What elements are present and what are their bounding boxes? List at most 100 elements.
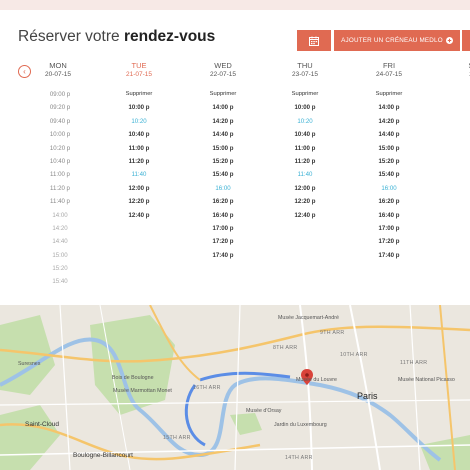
time-slot[interactable]: 11:00 p [109,142,169,155]
map-label: 16TH ARR [193,385,221,391]
time-label: 11:40 p [50,198,70,206]
page-title: Réserver votre rendez-vous [18,28,215,46]
delete-link[interactable]: Supprimer [109,88,169,101]
time-slot[interactable]: 11:00 p [275,142,335,155]
time-slot[interactable]: 10:20 [109,115,169,128]
time-label: 14:40 [52,238,68,246]
time-slot[interactable]: 17:20 p [359,235,419,248]
map-label: Musée d'Orsay [246,408,282,414]
calendar-icon [309,36,319,46]
time-slot[interactable]: 16:40 p [359,209,419,222]
day-date: 22-07-15 [209,71,237,78]
delete-link[interactable]: Supprimer [193,88,253,101]
day-name: WED [214,61,232,70]
time-slot[interactable]: 16:20 p [193,195,253,208]
time-slot[interactable]: 16:00 [359,182,419,195]
map-label: Musée du Louvre [296,377,337,383]
day-column: S2 [441,61,470,79]
time-label: 15:00 [52,251,68,259]
time-label: 09:40 p [49,117,71,125]
slot-list: Supprimer 10:00 p 10:20 10:40 p 11:00 p 11:20… [275,88,335,222]
time-label: 14:00 [52,211,68,219]
time-slot[interactable]: 14:20 p [359,115,419,128]
time-label: 11:20 p [50,184,70,192]
map-label: 11TH ARR [400,360,428,366]
time-slot[interactable]: 16:20 p [359,195,419,208]
time-slot[interactable]: 15:00 p [193,142,253,155]
plus-circle-icon [445,37,453,44]
top-bar [0,0,470,10]
time-slot[interactable]: 15:40 p [359,168,419,181]
time-slot[interactable]: 15:40 p [193,168,253,181]
slot-list: Supprimer 14:00 p 14:20 p 14:40 p 15:00 p 15:… [359,88,419,262]
time-slot[interactable]: 17:40 p [193,249,253,262]
time-label: 10:00 p [49,131,71,139]
day-column: TUE 21-07-15 [109,61,169,79]
time-label: 10:40 p [49,157,71,165]
time-label: 11:00 p [50,171,70,179]
add-slot-label: AJOUTER UN CRÉNEAU MEDLO [341,37,443,44]
time-label: 15:20 [52,265,68,273]
day-column: FRI 24-07-15 [359,61,419,79]
time-slot[interactable]: 11:40 [109,168,169,181]
time-slot[interactable]: 14:00 p [193,101,253,114]
title-bold: rendez-vous [123,28,216,45]
calendar-button[interactable] [297,30,331,51]
map-label: 14TH ARR [285,455,313,461]
time-slot[interactable]: 14:00 p [359,101,419,114]
time-slot[interactable]: 15:20 p [193,155,253,168]
map-label: Musée National Picasso [398,377,455,383]
time-slot[interactable]: 17:00 p [193,222,253,235]
map-label: Saint-Cloud [25,421,59,428]
time-slot[interactable]: 11:20 p [275,155,335,168]
delete-link[interactable]: Supprimer [359,88,419,101]
map-label: 8TH ARR [273,345,298,351]
day-name: TUE [131,61,147,70]
time-slot[interactable]: 15:20 p [359,155,419,168]
time-slot[interactable]: 15:00 p [359,142,419,155]
map[interactable]: Paris Boulogne-Billancourt Saint-Cloud Sure… [0,305,470,470]
time-slot[interactable]: 10:20 [275,115,335,128]
time-slot[interactable]: 17:20 p [193,235,253,248]
time-slot[interactable]: 12:20 p [109,195,169,208]
add-slot-button[interactable]: AJOUTER UN CRÉNEAU MEDLO [334,30,460,51]
time-slot[interactable]: 12:00 p [109,182,169,195]
map-label: Musée Jacquemart-André [278,315,339,321]
time-slot[interactable]: 12:40 p [275,209,335,222]
time-slot[interactable]: 14:40 p [193,128,253,141]
delete-link[interactable]: Supprimer [275,88,335,101]
map-canvas [0,305,470,470]
time-slot[interactable]: 12:40 p [109,209,169,222]
map-label: Musée Marmottan Monet [113,388,172,394]
time-slot[interactable]: 12:00 p [275,182,335,195]
time-slot[interactable]: 10:40 p [109,128,169,141]
time-slot[interactable]: 11:40 [275,168,335,181]
time-label: 15:40 [52,278,68,286]
map-label: Paris [357,391,378,401]
slot-list: Supprimer 10:00 p 10:20 10:40 p 11:00 p 11:20… [109,88,169,222]
title-prefix: Réserver votre [18,28,120,45]
time-slot[interactable]: 10:00 p [275,101,335,114]
map-label: 15TH ARR [163,435,191,441]
time-slot[interactable]: 10:00 p [109,101,169,114]
time-slot[interactable]: 17:00 p [359,222,419,235]
time-slot[interactable]: 12:20 p [275,195,335,208]
time-slot[interactable]: 16:40 p [193,209,253,222]
time-slot[interactable]: 11:20 p [109,155,169,168]
day-name: FRI [382,61,396,70]
day-date: 21-07-15 [125,71,153,78]
day-name: MON [49,61,67,70]
more-button[interactable] [462,30,470,51]
time-slot[interactable]: 16:00 [193,182,253,195]
time-label: 09:00 p [49,91,71,98]
day-date: 2 [441,70,470,79]
time-slot[interactable]: 10:40 p [275,128,335,141]
time-slot[interactable]: 17:40 p [359,249,419,262]
time-slot[interactable]: 14:20 p [193,115,253,128]
slot-list: Supprimer 14:00 p 14:20 p 14:40 p 15:00 p 15:… [193,88,253,262]
time-column: 09:00 p 09:20 p 09:40 p 10:00 p 10:20 p 10:40… [42,88,78,289]
day-column: WED 22-07-15 [193,61,253,79]
time-label: 10:20 p [49,144,71,152]
map-label: Boulogne-Billancourt [73,452,133,459]
time-slot[interactable]: 14:40 p [359,128,419,141]
